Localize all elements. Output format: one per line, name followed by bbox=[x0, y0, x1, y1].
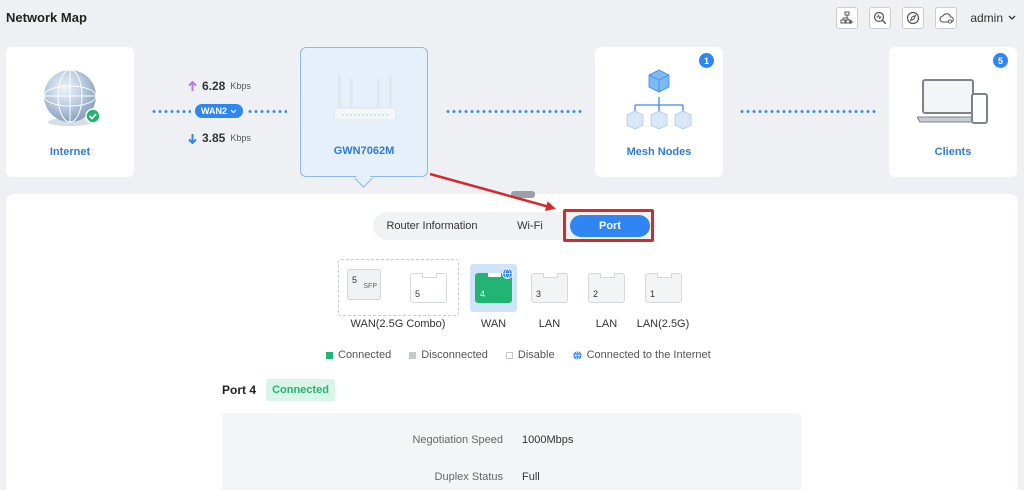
link-line bbox=[739, 110, 876, 113]
clients-count-badge: 5 bbox=[993, 53, 1008, 68]
legend-disable: Disable bbox=[505, 349, 555, 361]
devices-icon bbox=[917, 79, 988, 124]
chevron-down-icon bbox=[1008, 15, 1016, 20]
clients-label: Clients bbox=[934, 146, 972, 158]
detail-key: Duplex Status bbox=[434, 471, 503, 483]
mesh-label: Mesh Nodes bbox=[626, 146, 692, 158]
tab-bar: Router Information Wi-Fi Port bbox=[373, 212, 656, 240]
port-number: 5 bbox=[415, 289, 421, 299]
globe-icon bbox=[43, 69, 101, 126]
link-line bbox=[445, 110, 582, 113]
port-label-combo: WAN(2.5G Combo) bbox=[350, 318, 446, 330]
upload-speed: 6.28 Kbps bbox=[188, 79, 251, 93]
port-title: Port 4 bbox=[222, 383, 257, 397]
legend-connected: Connected bbox=[326, 349, 391, 361]
sfp-number: 5 bbox=[352, 275, 358, 285]
router-label: GWN7062M bbox=[333, 145, 395, 157]
port-notch bbox=[657, 273, 672, 278]
wan-selector[interactable]: WAN2 bbox=[195, 104, 243, 118]
compass-icon[interactable] bbox=[902, 7, 925, 29]
legend-disable-label: Disable bbox=[517, 349, 555, 361]
legend-internet-label: Connected to the Internet bbox=[586, 349, 711, 361]
port-number: 2 bbox=[593, 289, 599, 299]
port-1[interactable]: 1 bbox=[645, 273, 682, 303]
tab-router-information[interactable]: Router Information bbox=[379, 212, 485, 240]
detail-key: Negotiation Speed bbox=[412, 434, 503, 446]
legend-disconnected-label: Disconnected bbox=[421, 349, 488, 361]
mesh-nodes-icon bbox=[626, 69, 692, 130]
wan-label: WAN2 bbox=[200, 106, 227, 116]
router-icon bbox=[333, 74, 397, 121]
chevron-down-icon bbox=[230, 109, 237, 113]
disconnected-swatch bbox=[409, 351, 417, 359]
tab-wifi[interactable]: Wi-Fi bbox=[501, 212, 559, 240]
port-detail-table: Negotiation Speed 1000Mbps Duplex Status… bbox=[222, 413, 801, 490]
detail-value: 1000Mbps bbox=[522, 434, 574, 446]
port-2[interactable]: 2 bbox=[588, 273, 625, 303]
legend-disconnected: Disconnected bbox=[409, 349, 488, 361]
download-value: 3.85 bbox=[202, 131, 226, 145]
mesh-count-badge: 1 bbox=[699, 53, 714, 68]
connected-swatch bbox=[326, 351, 333, 359]
port-label-wan: WAN bbox=[480, 318, 507, 330]
clients-card[interactable]: 5 Clients bbox=[889, 47, 1017, 177]
username: admin bbox=[970, 11, 1003, 25]
legend-connected-label: Connected bbox=[338, 349, 392, 361]
port-sfp-5[interactable]: 5 SFP bbox=[347, 269, 381, 300]
port-5[interactable]: 5 bbox=[410, 273, 447, 303]
internet-globe-icon bbox=[502, 268, 513, 279]
disable-swatch bbox=[505, 351, 513, 359]
detail-value: Full bbox=[522, 471, 540, 483]
tab-port[interactable]: Port bbox=[570, 215, 650, 237]
internet-label: Internet bbox=[49, 146, 91, 158]
cloud-settings-icon[interactable] bbox=[935, 7, 958, 29]
internet-card[interactable]: Internet bbox=[6, 47, 134, 177]
page-title: Network Map bbox=[6, 10, 87, 25]
sfp-tag: SFP bbox=[363, 283, 377, 290]
diagnose-icon[interactable] bbox=[869, 7, 892, 29]
download-speed: 3.85 Kbps bbox=[188, 131, 251, 145]
status-badge: Connected bbox=[266, 379, 335, 401]
port-label-lan1: LAN(2.5G) bbox=[636, 318, 690, 330]
port-notch bbox=[422, 273, 437, 278]
port-label-lan3: LAN bbox=[538, 318, 561, 330]
header-toolbar: admin bbox=[836, 7, 1016, 29]
port-notch bbox=[600, 273, 615, 278]
router-card[interactable]: GWN7062M bbox=[300, 47, 428, 177]
user-menu[interactable]: admin bbox=[970, 11, 1016, 25]
topology-add-icon[interactable] bbox=[836, 7, 859, 29]
internet-globe-icon bbox=[572, 350, 582, 360]
upload-value: 6.28 bbox=[202, 79, 226, 93]
legend-internet: Connected to the Internet bbox=[572, 349, 711, 361]
link-line bbox=[247, 110, 287, 113]
port-notch bbox=[487, 273, 502, 278]
port-label-lan2: LAN bbox=[595, 318, 618, 330]
port-3[interactable]: 3 bbox=[531, 273, 568, 303]
upload-unit: Kbps bbox=[230, 81, 251, 91]
arrow-up-icon bbox=[188, 80, 197, 91]
arrow-down-icon bbox=[188, 133, 197, 144]
port-number: 4 bbox=[480, 289, 486, 299]
port-number: 3 bbox=[536, 289, 542, 299]
mesh-nodes-card[interactable]: 1 Mesh Nodes bbox=[595, 47, 723, 177]
link-line bbox=[151, 110, 191, 113]
port-number: 1 bbox=[650, 289, 656, 299]
download-unit: Kbps bbox=[230, 133, 251, 143]
collapse-handle[interactable] bbox=[511, 191, 535, 198]
port-legend: Connected Disconnected Disable Connected… bbox=[326, 349, 711, 361]
port-notch bbox=[543, 273, 558, 278]
